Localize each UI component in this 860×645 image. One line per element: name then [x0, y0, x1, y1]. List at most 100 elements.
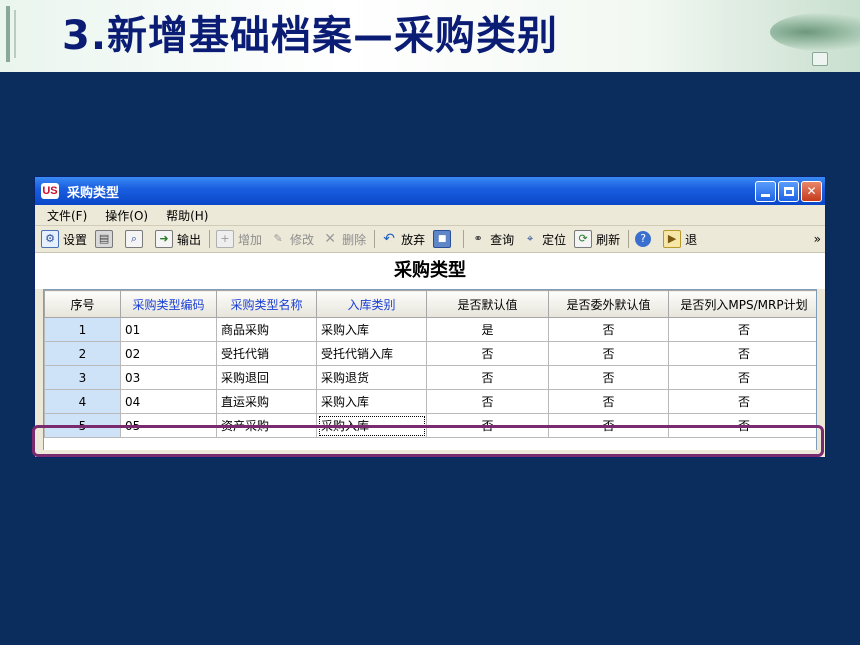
edit-pencil-icon: ✎	[273, 232, 283, 245]
discard-label: 放弃	[401, 232, 426, 247]
discard-button[interactable]: ↶ 放弃	[381, 231, 425, 248]
grid-header-row: 序号 采购类型编码 采购类型名称 入库类别 是否默认值 是否委外默认值 是否列入…	[44, 290, 816, 318]
slide-header: 3.新增基础档案—采购类别	[0, 0, 860, 72]
column-header-type-code[interactable]: 采购类型编码	[120, 290, 217, 318]
cell-is-outsource-default[interactable]: 否	[548, 341, 669, 366]
cell-is-default[interactable]: 否	[426, 413, 549, 438]
print-button[interactable]: ▤	[95, 230, 117, 248]
cell-inbound-category[interactable]: 采购入库	[316, 317, 427, 342]
cell-seq[interactable]: 2	[44, 341, 121, 366]
window-titlebar[interactable]: US 采购类型 ✕	[35, 177, 825, 205]
toolbar: ⚙ 设置 ▤ ⌕ ➜ 输出 + 增加 ✎ 修改 ✕ 删除 ↶ 放弃 ■ ⚭ 查询…	[35, 226, 825, 253]
column-header-type-name[interactable]: 采购类型名称	[216, 290, 317, 318]
help-button[interactable]: ?	[635, 231, 655, 247]
cell-inbound-category[interactable]: 采购入库	[316, 389, 427, 414]
cell-mps-mrp[interactable]: 否	[668, 413, 816, 438]
maximize-icon	[783, 186, 794, 196]
maximize-button[interactable]	[778, 180, 799, 202]
help-icon: ?	[635, 231, 652, 247]
settings-label: 设置	[63, 232, 88, 247]
cell-type-name[interactable]: 商品采购	[216, 317, 317, 342]
output-button[interactable]: ➜ 输出	[155, 230, 201, 248]
form-title: 采购类型	[35, 253, 825, 289]
query-button[interactable]: ⚭ 查询	[470, 231, 514, 248]
cell-mps-mrp[interactable]: 否	[668, 389, 816, 414]
cell-is-outsource-default[interactable]: 否	[548, 317, 669, 342]
delete-button[interactable]: ✕ 删除	[322, 231, 366, 248]
column-header-mps-mrp[interactable]: 是否列入MPS/MRP计划	[668, 290, 816, 318]
cell-is-default[interactable]: 否	[426, 341, 549, 366]
header-small-icon	[812, 52, 828, 66]
purchase-type-grid: 序号 采购类型编码 采购类型名称 入库类别 是否默认值 是否委外默认值 是否列入…	[43, 289, 817, 450]
query-label: 查询	[490, 232, 515, 247]
settings-icon: ⚙	[41, 230, 59, 248]
menu-file[interactable]: 文件(F)	[41, 207, 93, 224]
menu-operate[interactable]: 操作(O)	[99, 207, 154, 224]
cell-type-code[interactable]: 02	[120, 341, 217, 366]
table-row[interactable]: 1 01 商品采购 采购入库 是 否 否	[44, 317, 816, 342]
locate-icon: ⌖	[527, 232, 534, 245]
delete-x-icon: ✕	[324, 231, 336, 247]
cell-is-default[interactable]: 是	[426, 317, 549, 342]
table-row[interactable]: 4 04 直运采购 采购入库 否 否 否	[44, 389, 816, 414]
minimize-button[interactable]	[755, 180, 776, 202]
save-button[interactable]: ■	[433, 230, 455, 248]
header-decoration	[6, 6, 10, 62]
add-button[interactable]: + 增加	[216, 230, 262, 248]
column-header-is-default[interactable]: 是否默认值	[426, 290, 549, 318]
cell-type-code[interactable]: 01	[120, 317, 217, 342]
cell-mps-mrp[interactable]: 否	[668, 317, 816, 342]
cell-type-name[interactable]: 采购退回	[216, 365, 317, 390]
export-icon: ➜	[155, 230, 174, 248]
close-button[interactable]: ✕	[801, 180, 822, 202]
cell-inbound-category-focused[interactable]: 采购入库	[316, 413, 427, 438]
toolbar-separator	[628, 230, 630, 248]
settings-button[interactable]: ⚙ 设置	[41, 230, 87, 248]
exit-label: 退	[685, 232, 698, 247]
column-header-is-outsource-default[interactable]: 是否委外默认值	[548, 290, 669, 318]
cell-type-code[interactable]: 03	[120, 365, 217, 390]
cell-is-outsource-default[interactable]: 否	[548, 389, 669, 414]
menu-help[interactable]: 帮助(H)	[160, 207, 214, 224]
cell-inbound-category[interactable]: 受托代销入库	[316, 341, 427, 366]
header-swoosh-decoration	[770, 12, 860, 52]
toolbar-separator	[463, 230, 465, 248]
purchase-type-window: US 采购类型 ✕ 文件(F) 操作(O) 帮助(H) ⚙ 设置 ▤ ⌕ ➜ 输…	[34, 176, 826, 458]
locate-button[interactable]: ⌖ 定位	[522, 231, 566, 248]
binoculars-icon: ⚭	[473, 232, 483, 245]
table-row-selected[interactable]: 5 05 资产采购 采购入库 否 否 否	[44, 413, 816, 438]
cell-mps-mrp[interactable]: 否	[668, 365, 816, 390]
toolbar-separator	[374, 230, 376, 248]
edit-button[interactable]: ✎ 修改	[270, 231, 314, 248]
printer-icon: ▤	[95, 230, 114, 248]
table-row[interactable]: 3 03 采购退回 采购退货 否 否 否	[44, 365, 816, 390]
cell-seq[interactable]: 4	[44, 389, 121, 414]
cell-is-default[interactable]: 否	[426, 389, 549, 414]
preview-button[interactable]: ⌕	[125, 230, 147, 248]
cell-is-outsource-default[interactable]: 否	[548, 413, 669, 438]
exit-button[interactable]: ▶ 退	[663, 230, 697, 248]
toolbar-overflow-chevron-icon[interactable]: »	[814, 232, 821, 246]
header-decoration	[14, 10, 16, 58]
table-row[interactable]: 2 02 受托代销 受托代销入库 否 否 否	[44, 341, 816, 366]
cell-is-outsource-default[interactable]: 否	[548, 365, 669, 390]
cell-mps-mrp[interactable]: 否	[668, 341, 816, 366]
cell-type-name[interactable]: 资产采购	[216, 413, 317, 438]
cell-type-code[interactable]: 04	[120, 389, 217, 414]
cell-seq[interactable]: 1	[44, 317, 121, 342]
refresh-icon: ⟳	[574, 230, 593, 248]
add-label: 增加	[238, 232, 263, 247]
cell-type-name[interactable]: 直运采购	[216, 389, 317, 414]
cell-seq[interactable]: 3	[44, 365, 121, 390]
refresh-button[interactable]: ⟳ 刷新	[574, 230, 620, 248]
print-preview-icon: ⌕	[125, 230, 144, 248]
cell-type-name[interactable]: 受托代销	[216, 341, 317, 366]
column-header-seq[interactable]: 序号	[44, 290, 121, 318]
cell-type-code[interactable]: 05	[120, 413, 217, 438]
cell-seq[interactable]: 5	[44, 413, 121, 438]
menubar: 文件(F) 操作(O) 帮助(H)	[35, 205, 825, 226]
column-header-inbound-category[interactable]: 入库类别	[316, 290, 427, 318]
exit-door-icon: ▶	[663, 230, 682, 248]
cell-is-default[interactable]: 否	[426, 365, 549, 390]
cell-inbound-category[interactable]: 采购退货	[316, 365, 427, 390]
